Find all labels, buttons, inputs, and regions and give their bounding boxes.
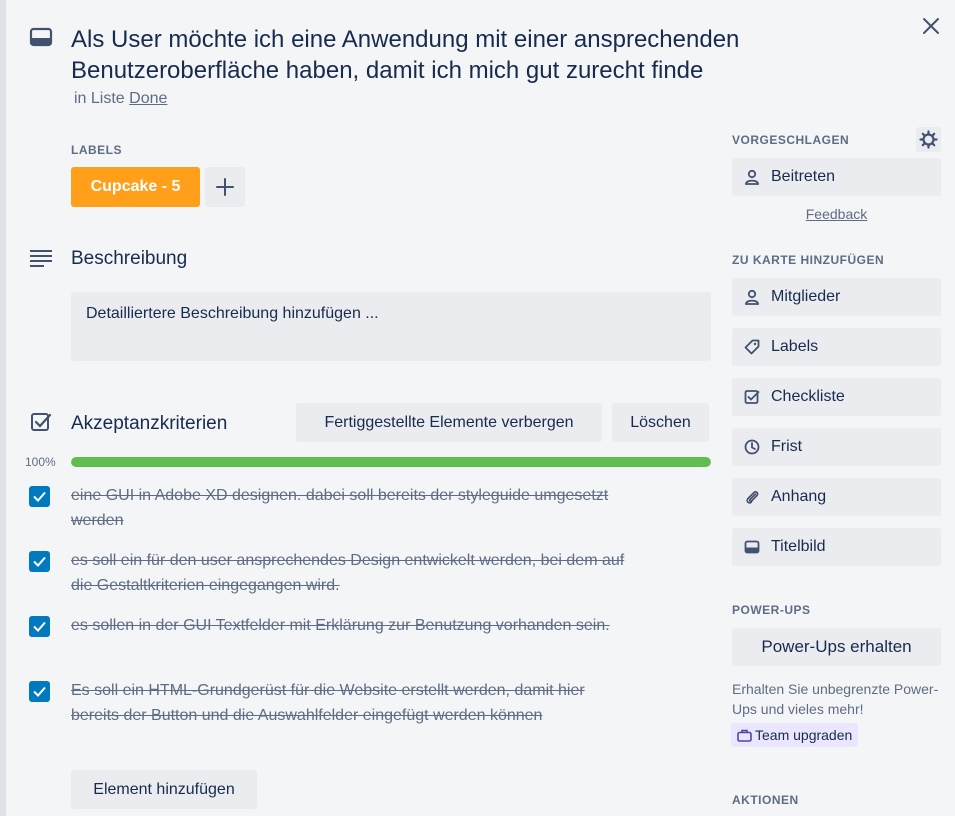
checklist-title[interactable]: Akzeptanzkriterien bbox=[71, 413, 227, 435]
description-icon bbox=[29, 249, 53, 267]
delete-checklist-button[interactable]: Löschen bbox=[612, 403, 709, 442]
check-icon bbox=[33, 621, 46, 632]
checklist-icon bbox=[30, 411, 52, 433]
checklist-item[interactable]: es sollen in der GUI Textfelder mit Erkl… bbox=[71, 613, 631, 638]
checklist-icon bbox=[744, 389, 760, 405]
list-link[interactable]: Done bbox=[129, 90, 167, 107]
cover-button[interactable]: Titelbild bbox=[732, 528, 941, 566]
checklist-label: Checkliste bbox=[771, 388, 845, 405]
progress-fill bbox=[71, 457, 711, 467]
item-checkbox[interactable] bbox=[29, 681, 50, 702]
card-icon bbox=[29, 27, 53, 47]
team-upgrade-label: Team upgraden bbox=[755, 727, 853, 743]
person-icon bbox=[744, 169, 760, 185]
item-checkbox[interactable] bbox=[29, 551, 50, 572]
add-to-card-heading: ZU KARTE HINZUFÜGEN bbox=[732, 253, 885, 267]
list-reference: in Liste Done bbox=[74, 90, 167, 108]
cover-label: Titelbild bbox=[771, 538, 826, 555]
get-powerups-button[interactable]: Power-Ups erhalten bbox=[732, 628, 941, 666]
members-button[interactable]: Mitglieder bbox=[732, 278, 941, 316]
check-icon bbox=[33, 686, 46, 697]
progress-percent: 100% bbox=[25, 455, 56, 469]
cover-icon bbox=[744, 539, 760, 555]
due-date-label: Frist bbox=[771, 438, 803, 455]
add-item-button[interactable]: Element hinzufügen bbox=[71, 770, 257, 809]
item-checkbox[interactable] bbox=[29, 486, 50, 507]
person-icon bbox=[744, 289, 760, 305]
feedback-link[interactable]: Feedback bbox=[732, 206, 941, 222]
close-icon[interactable] bbox=[921, 16, 941, 36]
powerups-info: Erhalten Sie unbegrenzte Power-Ups und v… bbox=[732, 681, 939, 717]
in-list-prefix: in Liste bbox=[74, 90, 125, 107]
board-edge bbox=[0, 0, 6, 816]
paperclip-icon bbox=[744, 489, 760, 505]
label-chip[interactable]: Cupcake - 5 bbox=[71, 167, 200, 207]
check-icon bbox=[33, 556, 46, 567]
labels-button[interactable]: Labels bbox=[732, 328, 941, 366]
labels-label: Labels bbox=[771, 338, 819, 355]
check-icon bbox=[33, 491, 46, 502]
settings-button[interactable] bbox=[916, 127, 941, 152]
attachment-button[interactable]: Anhang bbox=[732, 478, 941, 516]
due-date-button[interactable]: Frist bbox=[732, 428, 941, 466]
powerups-heading: POWER-UPS bbox=[732, 603, 811, 617]
gear-icon bbox=[919, 130, 938, 149]
checklist-item[interactable]: eine GUI in Adobe XD designen. dabei sol… bbox=[71, 483, 631, 533]
members-label: Mitglieder bbox=[771, 288, 841, 305]
checklist-item[interactable]: Es soll ein HTML-Grundgerüst für die Web… bbox=[71, 678, 631, 728]
checklist-item[interactable]: es soll ein für den user ansprechendes D… bbox=[71, 548, 631, 598]
tag-icon bbox=[744, 339, 760, 355]
attachment-label: Anhang bbox=[771, 488, 827, 505]
labels-heading: LABELS bbox=[71, 143, 122, 157]
join-label: Beitreten bbox=[771, 168, 836, 185]
progress-bar bbox=[71, 457, 711, 467]
add-label-button[interactable] bbox=[205, 167, 245, 207]
actions-heading: AKTIONEN bbox=[732, 793, 799, 807]
card-title[interactable]: Als User möchte ich eine Anwendung mit e… bbox=[71, 24, 771, 86]
join-button[interactable]: Beitreten bbox=[732, 158, 941, 196]
checklist-button[interactable]: Checkliste bbox=[732, 378, 941, 416]
team-upgrade-button[interactable]: Team upgraden bbox=[731, 723, 859, 749]
clock-icon bbox=[744, 439, 760, 455]
suggested-heading: VORGESCHLAGEN bbox=[732, 133, 850, 147]
description-input[interactable]: Detailliertere Beschreibung hinzufügen .… bbox=[71, 292, 711, 361]
plus-icon bbox=[216, 178, 234, 196]
hide-completed-button[interactable]: Fertiggestellte Elemente verbergen bbox=[296, 403, 602, 442]
description-heading: Beschreibung bbox=[71, 248, 188, 269]
briefcase-icon bbox=[737, 725, 752, 749]
item-checkbox[interactable] bbox=[29, 616, 50, 637]
